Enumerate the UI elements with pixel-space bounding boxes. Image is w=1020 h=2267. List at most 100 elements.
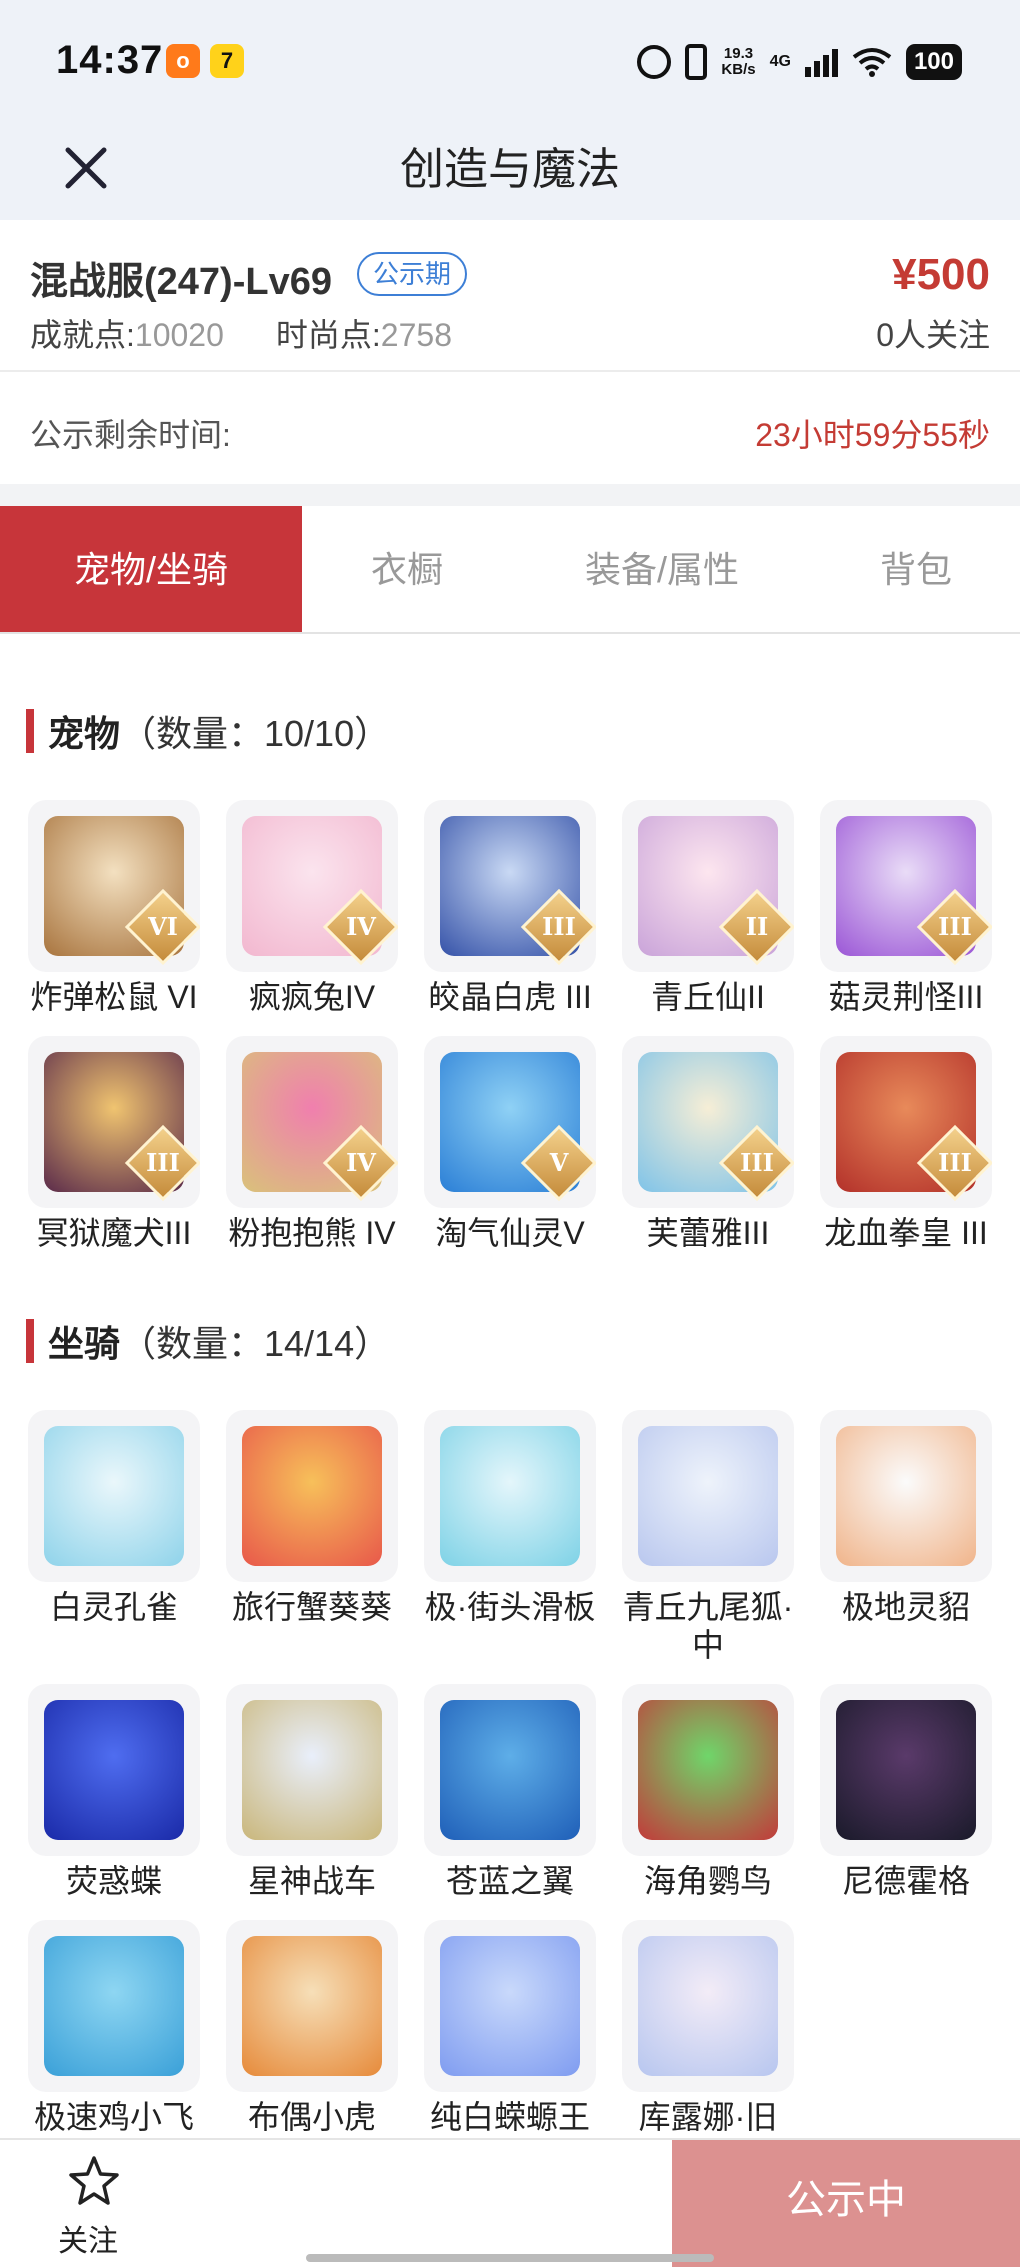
item-name: 皎晶白虎 III xyxy=(428,979,592,1015)
mount-item[interactable]: 旅行蟹葵葵 xyxy=(226,1410,398,1626)
tab-backpack[interactable]: 背包 xyxy=(812,506,1020,632)
section-marker xyxy=(26,1319,34,1363)
mount-item[interactable]: 青丘九尾狐·中 xyxy=(622,1410,794,1664)
item-image xyxy=(440,1426,580,1566)
mount-item[interactable]: 苍蓝之翼 xyxy=(424,1684,596,1900)
item-thumbnail xyxy=(820,1684,992,1856)
follower-count: 0人关注 xyxy=(876,317,990,353)
network-speed: 19.3 KB/s xyxy=(721,46,755,78)
pet-item[interactable]: II 青丘仙II xyxy=(622,800,794,1016)
follow-button[interactable]: 关注 xyxy=(58,2216,118,2260)
mount-item[interactable]: 海角鹦鸟 xyxy=(622,1684,794,1900)
account-stats: 成就点:10020 时尚点:2758 xyxy=(30,310,452,356)
pet-item[interactable]: IV 疯疯兔IV xyxy=(226,800,398,1016)
mount-item[interactable]: 星神战车 xyxy=(226,1684,398,1900)
item-thumbnail xyxy=(28,1410,200,1582)
item-image xyxy=(836,1700,976,1840)
divider xyxy=(0,484,1020,506)
mount-item[interactable]: 布偶小虎 xyxy=(226,1920,398,2136)
item-thumbnail xyxy=(28,1684,200,1856)
item-image xyxy=(242,1700,382,1840)
page-title: 创造与魔法 xyxy=(400,145,620,194)
pet-item[interactable]: IV 粉抱抱熊 IV xyxy=(226,1036,398,1252)
item-image xyxy=(44,1936,184,2076)
pet-item[interactable]: III 龙血拳皇 III xyxy=(820,1036,992,1252)
achievement-label: 成就点: xyxy=(30,317,135,353)
item-image xyxy=(638,1426,778,1566)
item-name: 旅行蟹葵葵 xyxy=(231,1589,392,1625)
remaining-time-label: 公示剩余时间: xyxy=(30,417,231,453)
item-image xyxy=(638,1936,778,2076)
account-info: 混战服(247)-Lv69 公示期 成就点:10020 时尚点:2758 ¥500… xyxy=(0,220,1020,372)
app-notification-icon: 7 xyxy=(210,44,244,78)
fashion-label: 时尚点: xyxy=(275,317,381,353)
item-thumbnail xyxy=(622,1410,794,1582)
item-thumbnail xyxy=(28,1920,200,2092)
item-thumbnail xyxy=(424,1684,596,1856)
app-notification-icon: o xyxy=(166,44,200,78)
item-name: 极速鸡小飞 xyxy=(33,2099,194,2135)
pet-item[interactable]: III 菇灵荆怪III xyxy=(820,800,992,1016)
item-name: 炸弹松鼠 VI xyxy=(30,979,198,1015)
remaining-time: 公示剩余时间: 23小时59分55秒 xyxy=(0,374,1020,484)
item-thumbnail: III xyxy=(622,1036,794,1208)
item-thumbnail xyxy=(226,1920,398,2092)
item-thumbnail: III xyxy=(820,1036,992,1208)
item-image xyxy=(242,1936,382,2076)
star-icon[interactable] xyxy=(66,2154,122,2210)
item-thumbnail: IV xyxy=(226,1036,398,1208)
item-thumbnail: IV xyxy=(226,800,398,972)
item-thumbnail xyxy=(622,1684,794,1856)
clock: 14:37 xyxy=(56,38,164,82)
mount-item[interactable]: 库露娜·旧 xyxy=(622,1920,794,2136)
item-image xyxy=(242,1426,382,1566)
item-image xyxy=(440,1700,580,1840)
price: ¥500 xyxy=(892,250,990,299)
status-bar: 14:37 o 7 19.3 KB/s 4G 100 xyxy=(0,0,1020,120)
tab-wardrobe[interactable]: 衣橱 xyxy=(302,506,512,632)
mount-item[interactable]: 荧惑蝶 xyxy=(28,1684,200,1900)
item-thumbnail xyxy=(622,1920,794,2092)
section-title: 宠物 xyxy=(48,713,121,754)
pet-item[interactable]: III 芙蕾雅III xyxy=(622,1036,794,1252)
item-name: 疯疯兔IV xyxy=(248,979,376,1015)
mount-item[interactable]: 纯白蝾螈王 xyxy=(424,1920,596,2136)
speed-unit: KB/s xyxy=(721,61,756,78)
remaining-time-value: 23小时59分55秒 xyxy=(755,417,990,453)
item-name: 芙蕾雅III xyxy=(646,1215,770,1251)
item-name: 粉抱抱熊 IV xyxy=(228,1215,396,1251)
item-thumbnail: VI xyxy=(28,800,200,972)
item-name: 龙血拳皇 III xyxy=(824,1215,988,1251)
item-image xyxy=(440,1936,580,2076)
mount-item[interactable]: 极地灵貂 xyxy=(820,1410,992,1626)
publicity-status-button[interactable]: 公示中 xyxy=(672,2140,1020,2267)
tab-pets-mounts[interactable]: 宠物/坐骑 xyxy=(0,506,302,632)
item-name: 青丘仙II xyxy=(651,979,765,1015)
tab-equipment[interactable]: 装备/属性 xyxy=(512,506,812,632)
level-label: II xyxy=(745,912,769,941)
item-name: 苍蓝之翼 xyxy=(445,1863,574,1899)
level-label: VI xyxy=(148,912,178,941)
item-thumbnail xyxy=(424,1410,596,1582)
mount-item[interactable]: 极速鸡小飞 xyxy=(28,1920,200,2136)
mount-item[interactable]: 白灵孔雀 xyxy=(28,1410,200,1626)
item-name: 冥狱魔犬III xyxy=(36,1215,192,1251)
item-name: 白灵孔雀 xyxy=(49,1589,178,1625)
network-type: 4G xyxy=(769,53,791,70)
item-name: 海角鹦鸟 xyxy=(643,1863,772,1899)
pet-item[interactable]: III 冥狱魔犬III xyxy=(28,1036,200,1252)
section-marker xyxy=(26,709,34,753)
level-label: III xyxy=(542,912,576,941)
level-label: III xyxy=(146,1148,180,1177)
item-image xyxy=(836,1426,976,1566)
item-thumbnail: II xyxy=(622,800,794,972)
bottom-bar: 关注 公示中 xyxy=(0,2138,1020,2267)
mount-item[interactable]: 极·街头滑板 xyxy=(424,1410,596,1626)
pet-item[interactable]: III 皎晶白虎 III xyxy=(424,800,596,1016)
pet-item[interactable]: VI 炸弹松鼠 VI xyxy=(28,800,200,1016)
item-image xyxy=(638,1700,778,1840)
section-title: 坐骑 xyxy=(48,1323,121,1364)
item-name: 菇灵荆怪III xyxy=(828,979,984,1015)
mount-item[interactable]: 尼德霍格 xyxy=(820,1684,992,1900)
pet-item[interactable]: V 淘气仙灵V xyxy=(424,1036,596,1252)
